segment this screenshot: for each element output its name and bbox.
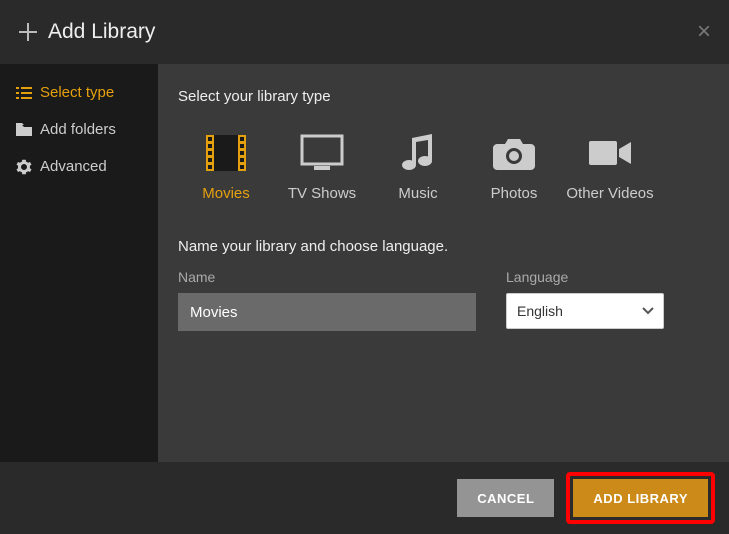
name-field-group: Name xyxy=(178,269,476,331)
sidebar: Select type Add folders Advanced xyxy=(0,64,158,462)
modal-title: Add Library xyxy=(48,20,155,44)
type-label: TV Shows xyxy=(288,185,356,202)
film-icon xyxy=(204,133,248,173)
form-row: Name Language English xyxy=(178,269,709,331)
music-icon xyxy=(396,133,440,173)
content-panel: Select your library type Movies xyxy=(158,64,729,462)
library-type-row: Movies TV Shows xyxy=(178,133,709,202)
sidebar-item-label: Select type xyxy=(40,84,114,101)
cancel-button[interactable]: CANCEL xyxy=(457,479,554,517)
close-icon[interactable]: × xyxy=(697,20,711,44)
type-label: Music xyxy=(398,185,437,202)
camera-icon xyxy=(492,133,536,173)
gear-icon xyxy=(16,159,32,175)
select-type-label: Select your library type xyxy=(178,88,709,105)
sidebar-item-select-type[interactable]: Select type xyxy=(0,74,158,111)
sidebar-item-label: Add folders xyxy=(40,121,116,138)
folder-icon xyxy=(16,123,32,137)
add-library-modal: Add Library × Select type Add folders xyxy=(0,0,729,534)
type-other-videos[interactable]: Other Videos xyxy=(562,133,658,202)
type-music[interactable]: Music xyxy=(370,133,466,202)
language-select-wrap: English xyxy=(506,293,664,329)
type-label: Other Videos xyxy=(566,185,653,202)
modal-header: Add Library × xyxy=(0,0,729,64)
language-select[interactable]: English xyxy=(506,293,664,329)
video-camera-icon xyxy=(588,133,632,173)
sidebar-item-add-folders[interactable]: Add folders xyxy=(0,111,158,148)
library-name-input[interactable] xyxy=(178,293,476,331)
type-label: Photos xyxy=(491,185,538,202)
type-label: Movies xyxy=(202,185,250,202)
add-library-button[interactable]: ADD LIBRARY xyxy=(573,479,708,517)
help-text: Name your library and choose language. xyxy=(178,238,709,255)
language-label: Language xyxy=(506,269,664,285)
type-photos[interactable]: Photos xyxy=(466,133,562,202)
type-tv-shows[interactable]: TV Shows xyxy=(274,133,370,202)
name-label: Name xyxy=(178,269,476,285)
plus-icon xyxy=(18,22,38,42)
type-movies[interactable]: Movies xyxy=(178,133,274,202)
modal-body: Select type Add folders Advanced Select … xyxy=(0,64,729,462)
modal-footer: CANCEL ADD LIBRARY xyxy=(0,462,729,534)
list-icon xyxy=(16,86,32,100)
highlight-annotation: ADD LIBRARY xyxy=(566,472,715,524)
sidebar-item-advanced[interactable]: Advanced xyxy=(0,148,158,185)
tv-icon xyxy=(300,133,344,173)
language-field-group: Language English xyxy=(506,269,664,329)
sidebar-item-label: Advanced xyxy=(40,158,107,175)
